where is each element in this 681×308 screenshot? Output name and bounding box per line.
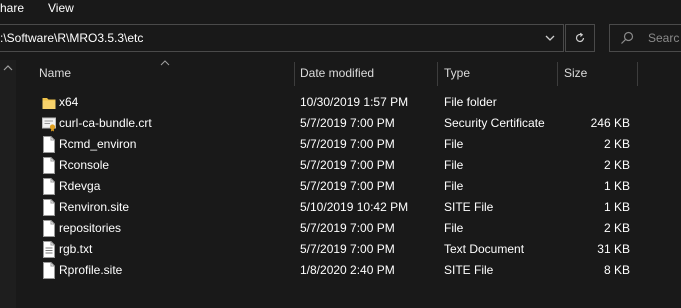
file-size: 31 KB bbox=[597, 242, 630, 256]
column-divider[interactable] bbox=[437, 62, 438, 86]
file-size: 1 KB bbox=[603, 179, 630, 193]
file-date-modified: 5/7/2019 7:00 PM bbox=[300, 137, 395, 151]
file-date-modified: 5/7/2019 7:00 PM bbox=[300, 116, 395, 130]
file-date-modified: 10/30/2019 1:57 PM bbox=[300, 95, 409, 109]
file-row[interactable]: rgb.txt 5/7/2019 7:00 PM Text Document 31 K… bbox=[17, 239, 681, 260]
file-icon bbox=[42, 262, 56, 279]
file-type: File bbox=[444, 179, 464, 193]
file-size: 8 KB bbox=[603, 263, 630, 277]
sort-ascending-icon bbox=[160, 60, 170, 66]
file-type: Text Document bbox=[444, 242, 525, 256]
file-date-modified: 5/7/2019 7:00 PM bbox=[300, 221, 395, 235]
search-placeholder: Searc bbox=[648, 31, 680, 45]
file-type: SITE File bbox=[444, 200, 494, 214]
address-dropdown-button[interactable] bbox=[538, 25, 562, 51]
file-icon bbox=[42, 136, 56, 153]
file-size: 2 KB bbox=[603, 221, 630, 235]
address-bar[interactable]: :\Software\R\MRO3.5.3\etc bbox=[0, 24, 564, 52]
column-header-type[interactable]: Type bbox=[444, 60, 470, 88]
file-icon bbox=[42, 220, 56, 237]
file-icon bbox=[42, 157, 56, 174]
text-file-icon bbox=[42, 241, 56, 258]
file-name: Renviron.site bbox=[59, 200, 130, 214]
file-size: 2 KB bbox=[603, 137, 630, 151]
file-name: x64 bbox=[59, 95, 79, 109]
chevron-down-icon bbox=[545, 35, 555, 41]
file-icon bbox=[42, 178, 56, 195]
column-divider[interactable] bbox=[637, 62, 638, 86]
column-divider[interactable] bbox=[294, 62, 295, 86]
file-name: curl-ca-bundle.crt bbox=[59, 116, 152, 130]
file-row[interactable]: Rprofile.site 1/8/2020 2:40 PM SITE File 8 … bbox=[17, 260, 681, 281]
file-name: Rconsole bbox=[59, 158, 110, 172]
file-size: 2 KB bbox=[603, 158, 630, 172]
refresh-icon bbox=[575, 32, 585, 43]
file-name: Rprofile.site bbox=[59, 263, 123, 277]
folder-icon bbox=[42, 94, 56, 111]
column-divider[interactable] bbox=[557, 62, 558, 86]
menu-share[interactable]: hare bbox=[0, 0, 24, 18]
address-row: :\Software\R\MRO3.5.3\etc Searc bbox=[0, 18, 681, 60]
file-type: File bbox=[444, 221, 464, 235]
file-date-modified: 5/7/2019 7:00 PM bbox=[300, 242, 395, 256]
file-name: Rdevga bbox=[59, 179, 101, 193]
file-type: File bbox=[444, 158, 464, 172]
file-row[interactable]: Rcmd_environ 5/7/2019 7:00 PM File 2 KB bbox=[17, 134, 681, 155]
file-row[interactable]: x64 10/30/2019 1:57 PM File folder bbox=[17, 92, 681, 113]
file-name: Rcmd_environ bbox=[59, 137, 137, 151]
search-input[interactable]: Searc bbox=[609, 24, 681, 52]
file-icon bbox=[42, 199, 56, 216]
certificate-icon bbox=[42, 115, 56, 132]
file-date-modified: 5/10/2019 10:42 PM bbox=[300, 200, 409, 214]
file-type: SITE File bbox=[444, 263, 494, 277]
column-header-row: Name Date modified Type Size bbox=[17, 60, 681, 88]
file-row[interactable]: Rdevga 5/7/2019 7:00 PM File 1 KB bbox=[17, 176, 681, 197]
file-size: 246 KB bbox=[590, 116, 630, 130]
menu-view[interactable]: View bbox=[48, 0, 74, 18]
address-path[interactable]: :\Software\R\MRO3.5.3\etc bbox=[0, 25, 143, 51]
file-type: File bbox=[444, 137, 464, 151]
file-size: 1 KB bbox=[603, 200, 630, 214]
file-row[interactable]: repositories 5/7/2019 7:00 PM File 2 KB bbox=[17, 218, 681, 239]
file-list: x64 10/30/2019 1:57 PM File folder curl-ca-… bbox=[17, 92, 681, 281]
file-date-modified: 5/7/2019 7:00 PM bbox=[300, 179, 395, 193]
file-row[interactable]: Renviron.site 5/10/2019 10:42 PM SITE File… bbox=[17, 197, 681, 218]
column-header-name[interactable]: Name bbox=[39, 60, 71, 88]
file-date-modified: 1/8/2020 2:40 PM bbox=[300, 263, 395, 277]
file-row[interactable]: Rconsole 5/7/2019 7:00 PM File 2 KB bbox=[17, 155, 681, 176]
column-header-size[interactable]: Size bbox=[564, 60, 587, 88]
menu-bar: hare View bbox=[0, 0, 681, 18]
file-type: Security Certificate bbox=[444, 116, 545, 130]
file-date-modified: 5/7/2019 7:00 PM bbox=[300, 158, 395, 172]
scroll-up-arrow-icon[interactable] bbox=[3, 65, 13, 71]
search-icon bbox=[621, 31, 634, 44]
refresh-button[interactable] bbox=[565, 24, 595, 52]
file-type: File folder bbox=[444, 95, 497, 109]
navigation-pane-scrollbar[interactable] bbox=[0, 60, 16, 308]
file-name: repositories bbox=[59, 221, 122, 235]
file-row[interactable]: curl-ca-bundle.crt 5/7/2019 7:00 PM Securi… bbox=[17, 113, 681, 134]
column-header-date-modified[interactable]: Date modified bbox=[300, 60, 374, 88]
file-name: rgb.txt bbox=[59, 242, 93, 256]
